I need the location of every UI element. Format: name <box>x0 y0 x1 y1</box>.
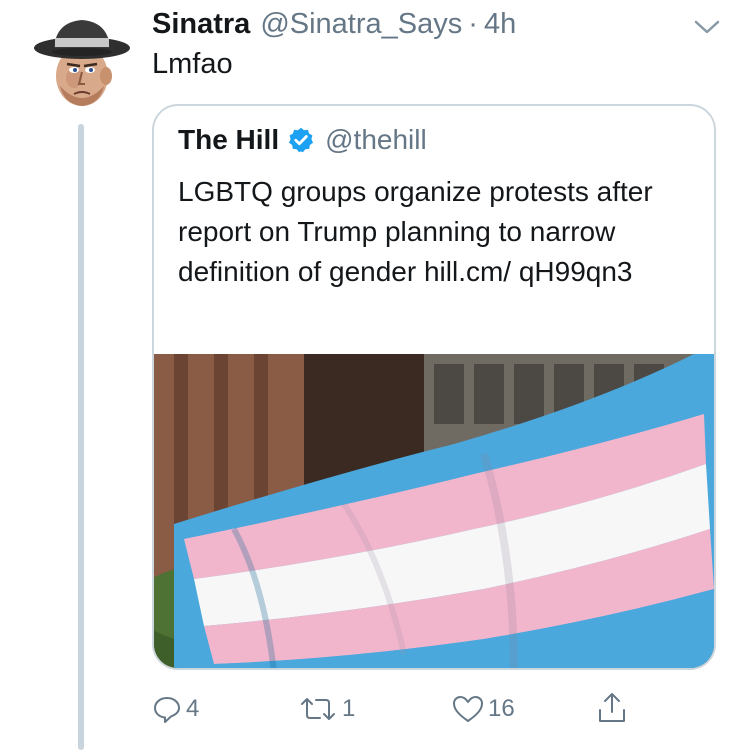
share-button[interactable] <box>596 690 628 726</box>
retweet-icon <box>301 698 335 720</box>
tweet-actions: 4 1 16 <box>0 688 750 732</box>
reply-button[interactable]: 4 <box>152 694 199 724</box>
author-avatar[interactable] <box>30 8 134 112</box>
transgender-pride-flag-photo <box>154 354 714 668</box>
retweet-count: 1 <box>342 695 356 722</box>
tweet-timestamp[interactable]: 4h <box>484 8 516 41</box>
cartoon-man-fedora-avatar <box>34 20 130 106</box>
quoted-handle: @thehill <box>325 124 427 155</box>
thread-line <box>78 124 84 750</box>
tweet-header: Sinatra @Sinatra_Says · 4h <box>152 8 516 42</box>
chevron-down-icon[interactable] <box>692 16 722 38</box>
quoted-tweet-media[interactable] <box>154 354 714 668</box>
author-handle[interactable]: @Sinatra_Says <box>260 8 462 41</box>
share-icon <box>599 693 625 722</box>
verified-badge-icon <box>289 127 314 153</box>
quoted-tweet-text: LGBTQ groups organize protests after rep… <box>178 176 653 287</box>
retweet-button[interactable]: 1 <box>298 694 355 724</box>
tweet: Sinatra @Sinatra_Says · 4h Lmfao The Hil… <box>0 0 750 750</box>
author-display-name[interactable]: Sinatra <box>152 8 250 41</box>
like-count: 16 <box>488 695 515 722</box>
reply-icon <box>154 697 180 723</box>
separator-dot: · <box>468 8 478 40</box>
quoted-display-name: The Hill <box>178 124 280 155</box>
like-button[interactable]: 16 <box>452 694 515 724</box>
reply-count: 4 <box>186 695 200 722</box>
tweet-text: Lmfao <box>152 48 233 80</box>
heart-icon <box>453 696 483 722</box>
quoted-tweet-header: The Hill @thehill <box>178 124 427 156</box>
quoted-tweet-card[interactable]: The Hill @thehill LGBTQ groups organize … <box>152 104 716 670</box>
